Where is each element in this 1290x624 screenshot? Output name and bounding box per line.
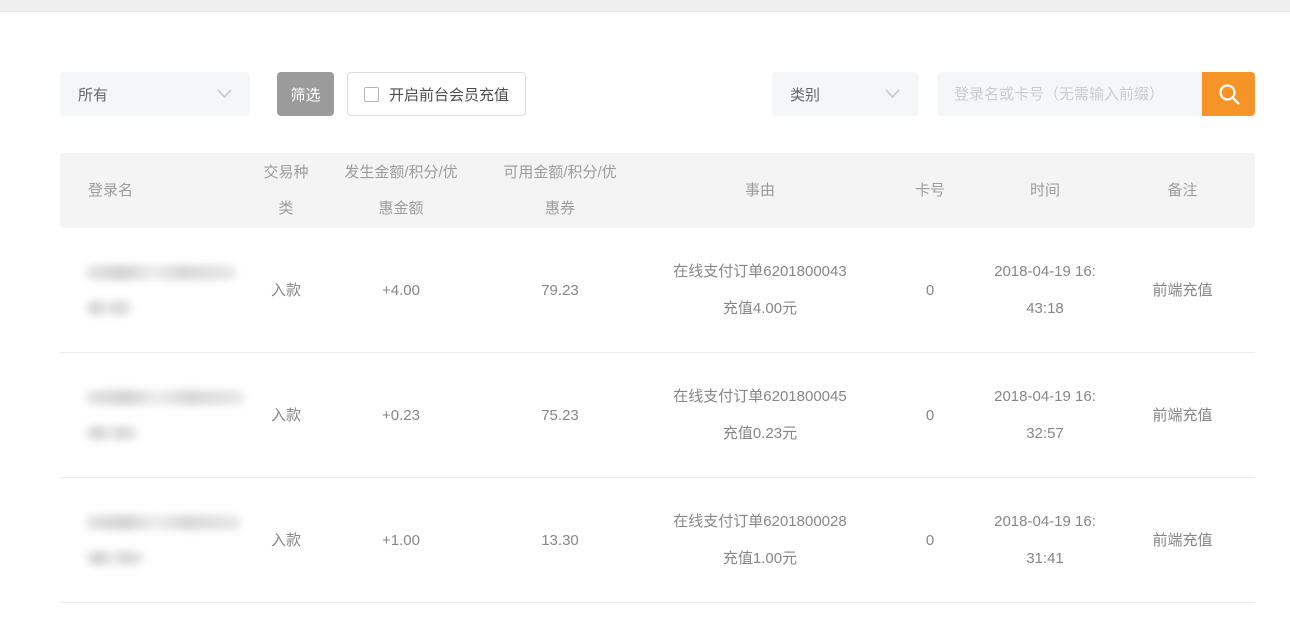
available-cell: 79.23 <box>480 228 640 353</box>
card-number-cell: 0 <box>880 603 980 624</box>
login-cell <box>60 603 250 624</box>
amount-cell: +1.00 <box>322 478 480 603</box>
login-name-redacted <box>86 265 250 315</box>
table-row: 入款 +0.10 12.30 充值订单6201800048充值 0 2018-0… <box>60 603 1255 624</box>
header-amount: 发生金额/积分/优 惠金额 <box>322 153 480 228</box>
category-filter-value: 类别 <box>790 84 820 105</box>
table-row: 入款 +4.00 79.23 在线支付订单6201800043 充值4.00元 … <box>60 228 1255 353</box>
login-cell <box>60 478 250 603</box>
type-filter-select[interactable]: 所有 <box>60 72 250 116</box>
login-cell <box>60 228 250 353</box>
filter-button[interactable]: 筛选 <box>277 72 334 116</box>
available-cell: 12.30 <box>480 603 640 624</box>
toolbar-right-group: 类别 <box>772 72 1255 116</box>
card-number-cell: 0 <box>880 478 980 603</box>
card-number-cell: 0 <box>880 353 980 478</box>
magnifier-icon <box>1217 82 1241 106</box>
search-input[interactable] <box>938 72 1202 116</box>
transaction-type-cell: 入款 <box>250 603 322 624</box>
amount-cell: +0.23 <box>322 353 480 478</box>
time-cell: 2018-04-19 16: 43:18 <box>980 228 1110 353</box>
front-recharge-toggle[interactable]: 开启前台会员充值 <box>347 72 526 116</box>
login-name-redacted <box>86 390 250 440</box>
table-header-row: 登录名 交易种 类 发生金额/积分/优 惠金额 可用金额/积分/优 惠券 事由 … <box>60 153 1255 228</box>
recharge-records-page: 所有 筛选 开启前台会员充值 类别 <box>0 72 1290 624</box>
note-cell: 前端充值 <box>1110 603 1255 624</box>
chevron-down-icon <box>885 89 900 99</box>
search-group <box>938 72 1255 116</box>
header-transaction-type: 交易种 类 <box>250 153 322 228</box>
table-row: 入款 +1.00 13.30 在线支付订单6201800028 充值1.00元 … <box>60 478 1255 603</box>
time-cell: 2018-04-19 16: 32:57 <box>980 353 1110 478</box>
transaction-type-cell: 入款 <box>250 478 322 603</box>
available-cell: 75.23 <box>480 353 640 478</box>
checkbox-unchecked-icon[interactable] <box>364 87 379 102</box>
reason-cell: 充值订单6201800048充值 <box>640 603 880 624</box>
login-name-redacted <box>86 515 250 565</box>
header-note: 备注 <box>1110 153 1255 228</box>
table-row: 入款 +0.23 75.23 在线支付订单6201800045 充值0.23元 … <box>60 353 1255 478</box>
amount-cell: +0.10 <box>322 603 480 624</box>
available-cell: 13.30 <box>480 478 640 603</box>
category-filter-select[interactable]: 类别 <box>772 72 918 116</box>
reason-cell: 在线支付订单6201800043 充值4.00元 <box>640 228 880 353</box>
note-cell: 前端充值 <box>1110 353 1255 478</box>
header-time: 时间 <box>980 153 1110 228</box>
card-number-cell: 0 <box>880 228 980 353</box>
header-login: 登录名 <box>60 153 250 228</box>
header-reason: 事由 <box>640 153 880 228</box>
toolbar: 所有 筛选 开启前台会员充值 类别 <box>60 72 1255 116</box>
front-recharge-label: 开启前台会员充值 <box>389 84 509 105</box>
amount-cell: +4.00 <box>322 228 480 353</box>
chevron-down-icon <box>217 89 232 99</box>
note-cell: 前端充值 <box>1110 228 1255 353</box>
header-card-number: 卡号 <box>880 153 980 228</box>
reason-cell: 在线支付订单6201800028 充值1.00元 <box>640 478 880 603</box>
login-cell <box>60 353 250 478</box>
time-cell: 2018-04-19 16: 31:41 <box>980 478 1110 603</box>
note-cell: 前端充值 <box>1110 478 1255 603</box>
transaction-type-cell: 入款 <box>250 353 322 478</box>
time-cell: 2018-04-19 14: 51:11 <box>980 603 1110 624</box>
transaction-type-cell: 入款 <box>250 228 322 353</box>
top-divider-strip <box>0 0 1290 12</box>
header-available: 可用金额/积分/优 惠券 <box>480 153 640 228</box>
reason-cell: 在线支付订单6201800045 充值0.23元 <box>640 353 880 478</box>
type-filter-value: 所有 <box>78 84 108 105</box>
recharge-records-table: 登录名 交易种 类 发生金额/积分/优 惠金额 可用金额/积分/优 惠券 事由 … <box>60 153 1255 624</box>
search-button[interactable] <box>1202 72 1255 116</box>
